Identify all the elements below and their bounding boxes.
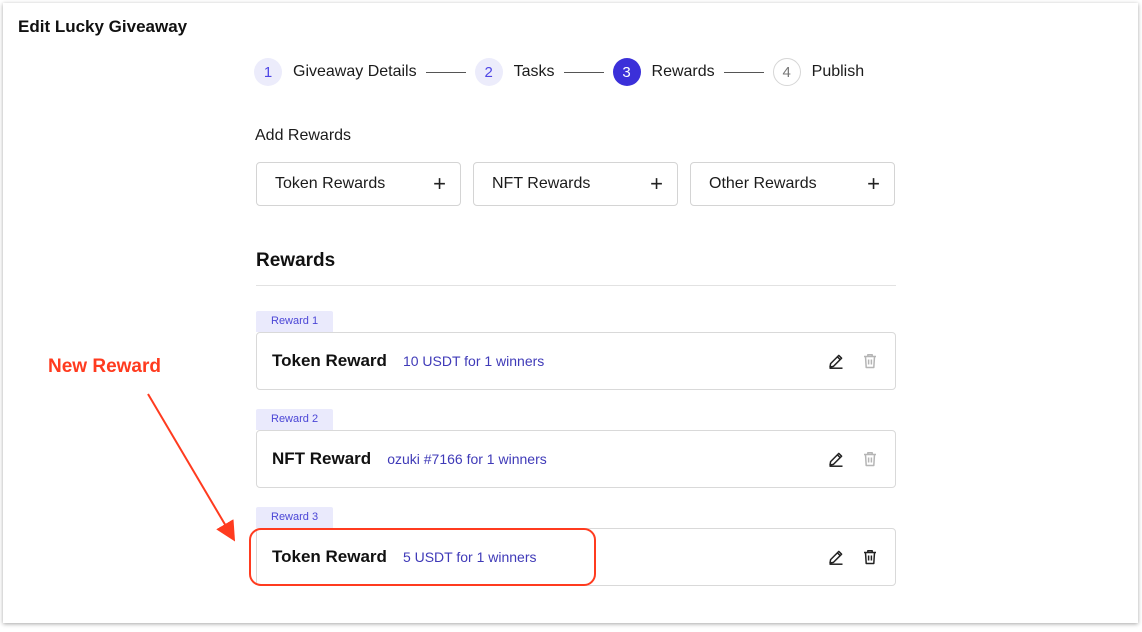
annotation-arrow-icon	[147, 393, 236, 542]
